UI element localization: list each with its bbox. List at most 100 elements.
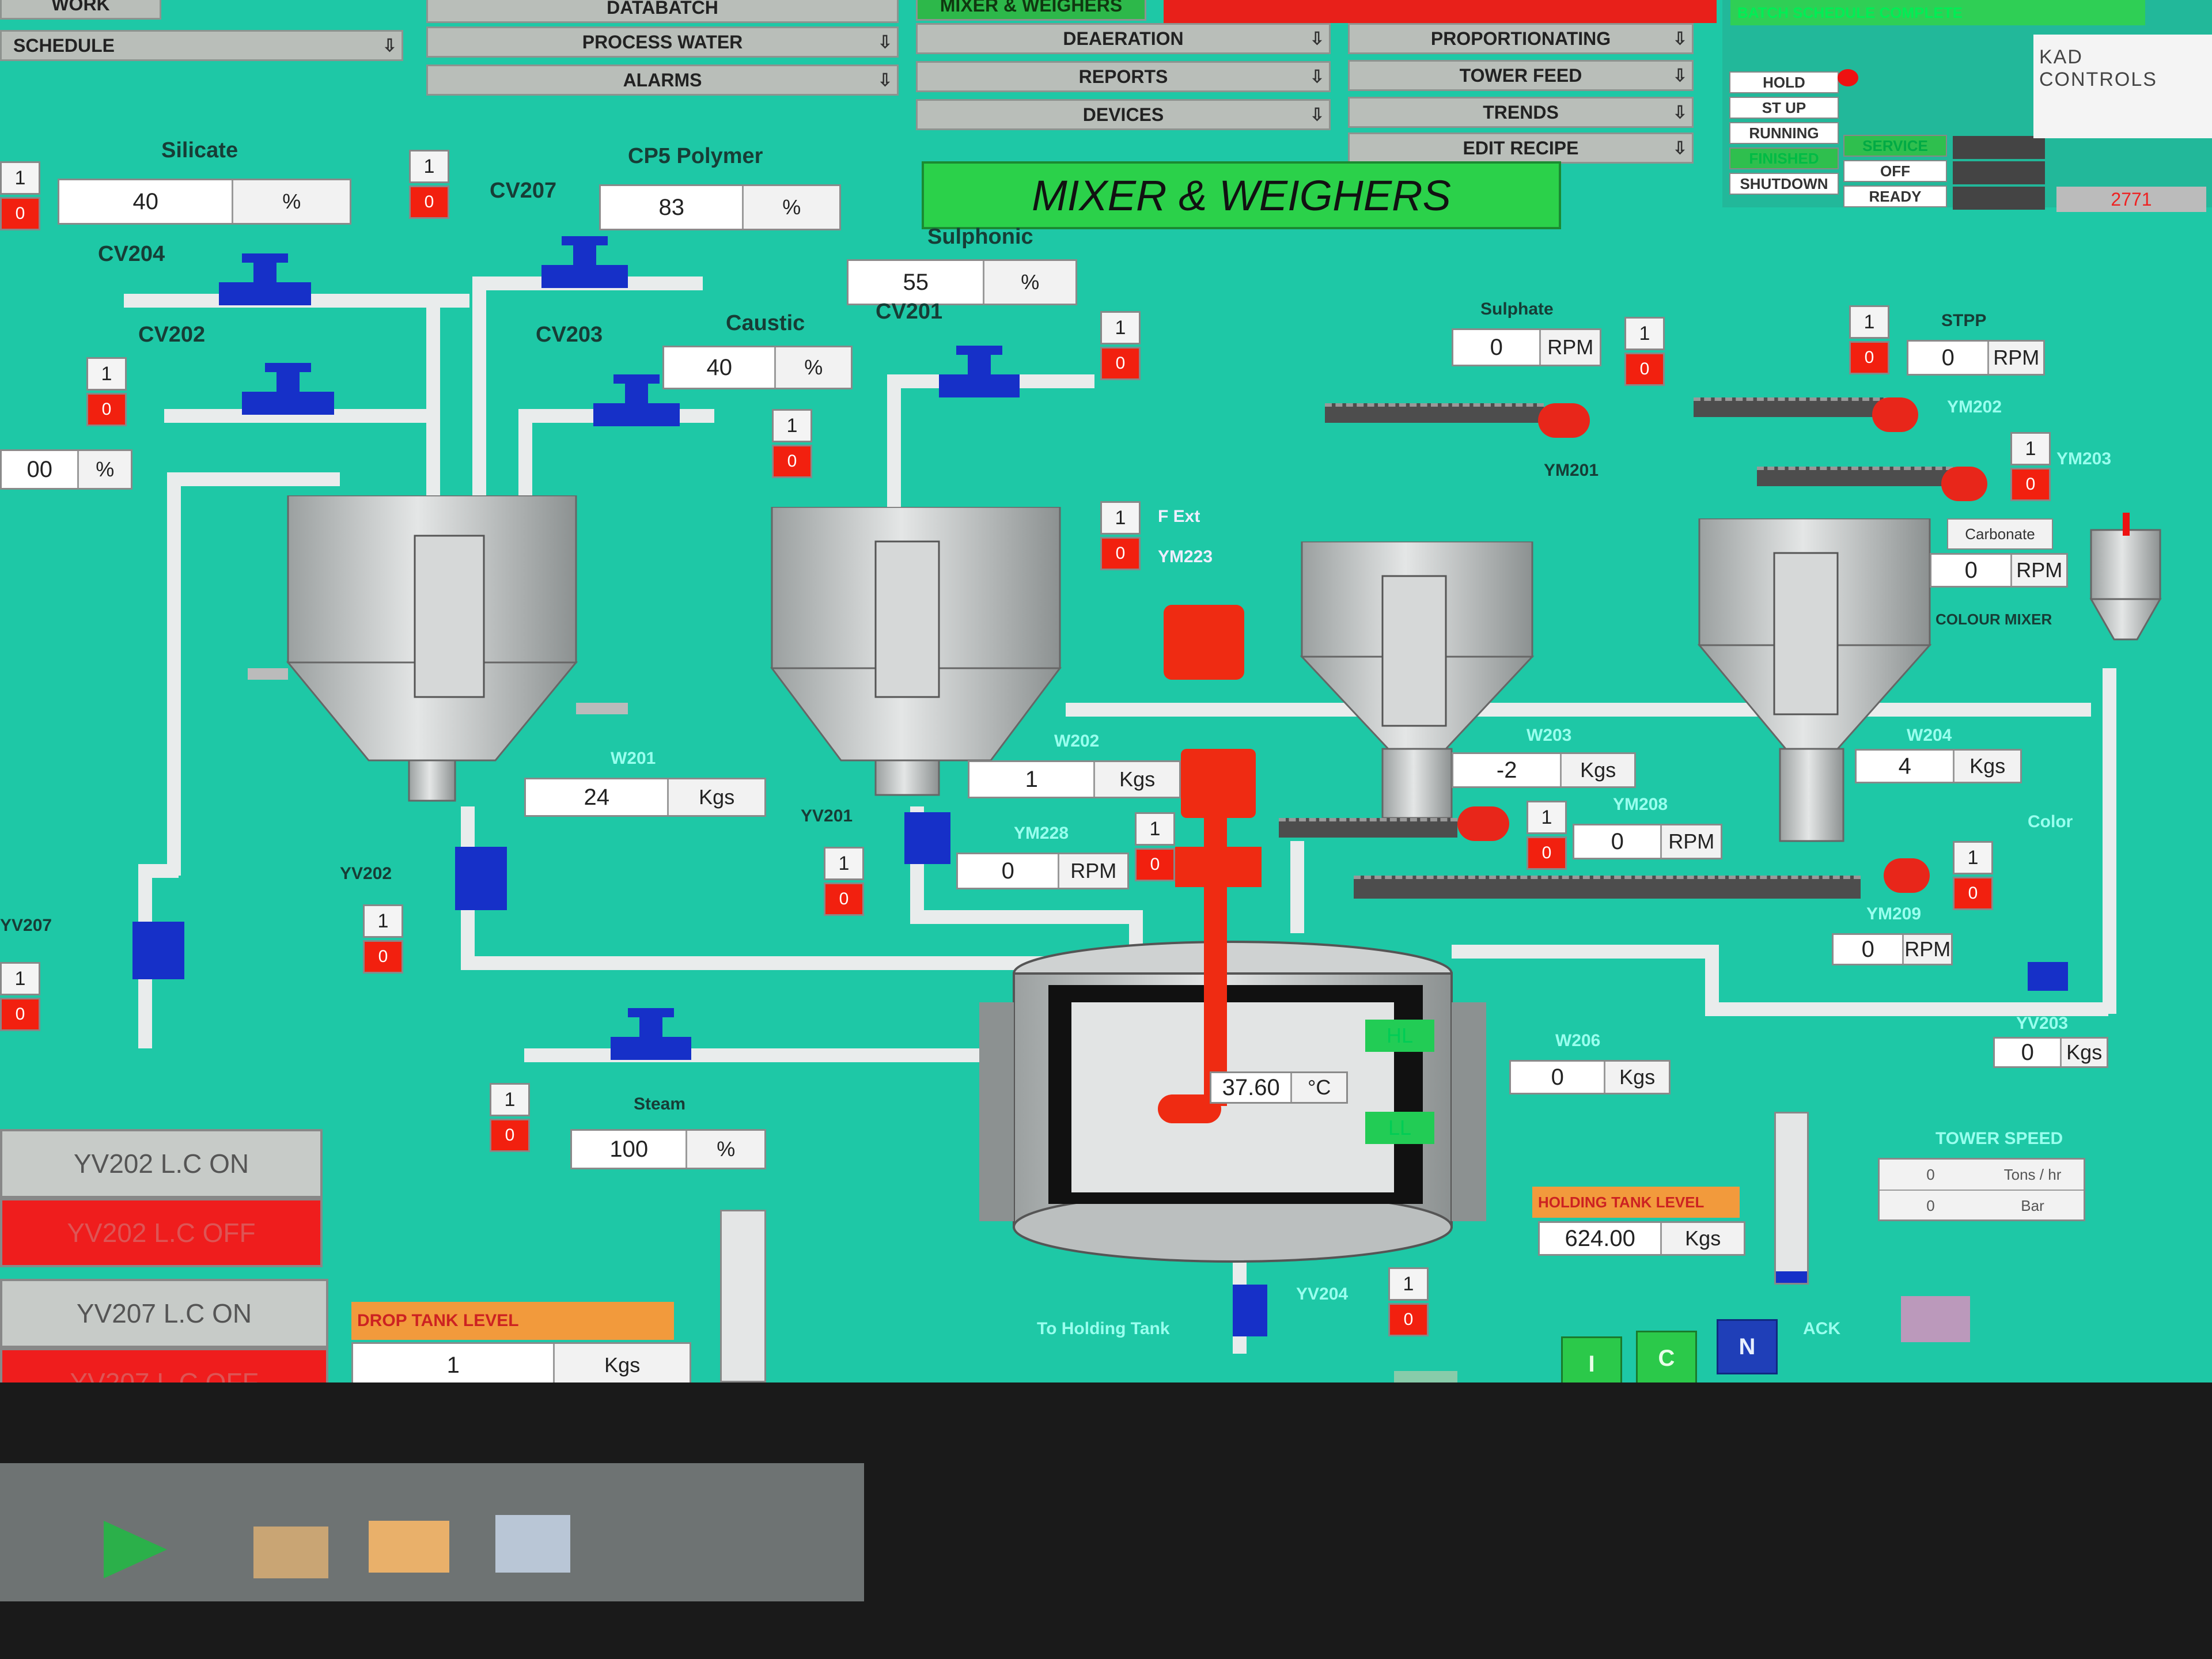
- status-indicator-steam[interactable]: 10: [490, 1083, 530, 1152]
- mode-n-button[interactable]: N: [1717, 1319, 1778, 1374]
- nav-proportionating[interactable]: PROPORTIONATING ⇩: [1348, 23, 1694, 54]
- play-icon[interactable]: [104, 1521, 167, 1578]
- silicate-setpoint[interactable]: 40%: [58, 179, 351, 225]
- yv207-lc-on-button[interactable]: YV207 L.C ON: [0, 1279, 328, 1348]
- sulphate-speed[interactable]: 0 RPM: [1452, 328, 1601, 366]
- drop-tank-level-label: DROP TANK LEVEL: [351, 1302, 674, 1340]
- w201-weight: 24 Kgs: [524, 778, 766, 817]
- status-indicator-yv207[interactable]: 10: [0, 962, 40, 1031]
- caustic-setpoint[interactable]: 40%: [662, 346, 853, 389]
- status-indicator-cv203[interactable]: 10: [772, 409, 812, 478]
- state-shutdown[interactable]: SHUTDOWN: [1729, 173, 1839, 195]
- taskbar-folder-icon[interactable]: [369, 1521, 449, 1573]
- fan-ym223-icon[interactable]: [1164, 605, 1244, 680]
- status-indicator-ym202[interactable]: 10: [1849, 305, 1889, 374]
- ym208-speed[interactable]: 0 RPM: [1573, 824, 1722, 859]
- nav-alarms[interactable]: ALARMS ⇩: [426, 65, 899, 96]
- status-indicator-ym209[interactable]: 10: [1953, 841, 1993, 910]
- nav-trends[interactable]: TRENDS ⇩: [1348, 97, 1694, 128]
- taskbar-document-icon[interactable]: [495, 1515, 570, 1573]
- left-setpoint[interactable]: 00%: [0, 449, 132, 490]
- yv207-label: YV207: [0, 916, 52, 935]
- yv207-lc-off-button[interactable]: YV207 L.C OFF: [0, 1348, 328, 1382]
- steam-setpoint[interactable]: 100%: [570, 1129, 766, 1169]
- nav-reports[interactable]: REPORTS ⇩: [916, 61, 1331, 92]
- valve-yv203-icon[interactable]: [2028, 962, 2068, 991]
- mode-ready[interactable]: READY: [1843, 185, 1947, 207]
- conveyor: [1354, 876, 1861, 899]
- status-indicator-cv201[interactable]: 10: [1100, 311, 1141, 380]
- nav-devices[interactable]: DEVICES ⇩: [916, 99, 1331, 130]
- nav-edit-recipe[interactable]: EDIT RECIPE ⇩: [1348, 132, 1694, 164]
- mode-i-button[interactable]: I: [1561, 1336, 1622, 1382]
- state-finished[interactable]: FINISHED: [1729, 147, 1839, 169]
- motor-ym203-icon[interactable]: [1941, 467, 1987, 501]
- valve-yv204-icon[interactable]: [1233, 1285, 1267, 1336]
- yv202-lc-off-button[interactable]: YV202 L.C OFF: [0, 1198, 323, 1267]
- motor-ym202-icon[interactable]: [1872, 397, 1918, 432]
- valve-cv201-icon[interactable]: [939, 340, 1020, 403]
- mode-service[interactable]: SERVICE: [1843, 135, 1947, 157]
- valve-steam-icon[interactable]: [611, 1002, 691, 1066]
- status-indicator-yv202[interactable]: 10: [363, 904, 403, 974]
- status-indicator-ym228[interactable]: 10: [1135, 812, 1175, 881]
- agitator-motor-icon: [1181, 749, 1256, 818]
- valve-yv201-icon[interactable]: [904, 812, 950, 864]
- conveyor: [1694, 397, 1901, 417]
- forward-icon[interactable]: [1394, 1371, 1457, 1382]
- cp5-polymer-setpoint[interactable]: 83%: [599, 184, 841, 230]
- pipe: [887, 374, 901, 518]
- motor-ym201-icon[interactable]: [1538, 403, 1590, 438]
- yv202-lc-on-button[interactable]: YV202 L.C ON: [0, 1129, 323, 1198]
- nav-work[interactable]: WORK: [0, 0, 161, 20]
- motor-ym208-icon[interactable]: [1457, 806, 1509, 841]
- high-level-indicator: HL: [1365, 1020, 1434, 1052]
- mode-indicator: [1953, 136, 2045, 159]
- yv202-label: YV202: [340, 864, 392, 883]
- low-level-indicator: LL: [1365, 1112, 1434, 1144]
- w201-label: W201: [611, 749, 656, 768]
- w202-weight: 1 Kgs: [968, 760, 1181, 798]
- status-indicator-ym223[interactable]: 10: [1100, 501, 1141, 570]
- valve-yv207-icon[interactable]: [132, 922, 184, 979]
- batch-counter: 2771: [2056, 187, 2206, 212]
- pipe: [167, 472, 340, 486]
- mode-off[interactable]: OFF: [1843, 160, 1947, 182]
- holding-tank-level: 624.00 Kgs: [1538, 1221, 1745, 1256]
- nav-tower-feed[interactable]: TOWER FEED ⇩: [1348, 60, 1694, 91]
- ym209-speed[interactable]: 0 RPM: [1832, 933, 1953, 965]
- hold-indicator-icon: [1838, 69, 1858, 86]
- status-indicator-yv204[interactable]: 10: [1388, 1267, 1429, 1336]
- status-indicator-yv201[interactable]: 10: [824, 847, 864, 916]
- nav-process-water[interactable]: PROCESS WATER ⇩: [426, 26, 899, 58]
- status-indicator-ym201[interactable]: 10: [1624, 317, 1665, 386]
- state-hold[interactable]: HOLD: [1729, 71, 1839, 93]
- sulphonic-setpoint[interactable]: 55%: [847, 259, 1077, 305]
- state-running[interactable]: RUNNING: [1729, 122, 1839, 144]
- mode-c-button[interactable]: C: [1636, 1331, 1697, 1382]
- status-indicator-cv202[interactable]: 10: [86, 357, 127, 426]
- ym228-speed[interactable]: 0 RPM: [956, 853, 1129, 889]
- nav-deaeration[interactable]: DEAERATION ⇩: [916, 23, 1331, 54]
- status-indicator-cv207[interactable]: 10: [409, 150, 449, 219]
- down-arrow-icon: ⇩: [382, 36, 397, 55]
- tab-mixer-weighers[interactable]: MIXER & WEIGHERS: [916, 0, 1146, 21]
- status-indicator-ym208[interactable]: 10: [1527, 801, 1567, 870]
- carbonate-speed[interactable]: 0 RPM: [1930, 553, 2068, 588]
- valve-cv207-icon[interactable]: [541, 230, 628, 294]
- nav-databatch[interactable]: DATABATCH: [426, 0, 899, 23]
- status-indicator-ym203[interactable]: 10: [2010, 432, 2051, 501]
- state-start-up[interactable]: ST UP: [1729, 97, 1839, 119]
- down-arrow-icon: ⇩: [1672, 103, 1687, 122]
- valve-cv204-icon[interactable]: [219, 248, 311, 311]
- pipe: [910, 910, 1141, 924]
- stpp-speed[interactable]: 0 RPM: [1907, 340, 2045, 376]
- valve-cv202-icon[interactable]: [242, 357, 334, 421]
- nav-schedule[interactable]: SCHEDULE ⇩: [0, 30, 403, 61]
- taskbar-app-icon[interactable]: [253, 1527, 328, 1578]
- motor-ym209-icon[interactable]: [1884, 858, 1930, 893]
- valve-yv202-icon[interactable]: [455, 847, 507, 910]
- w204-weight: 4 Kgs: [1855, 749, 2022, 783]
- status-indicator[interactable]: 10: [0, 161, 40, 230]
- mixer-temperature: 37.60 °C: [1210, 1071, 1348, 1104]
